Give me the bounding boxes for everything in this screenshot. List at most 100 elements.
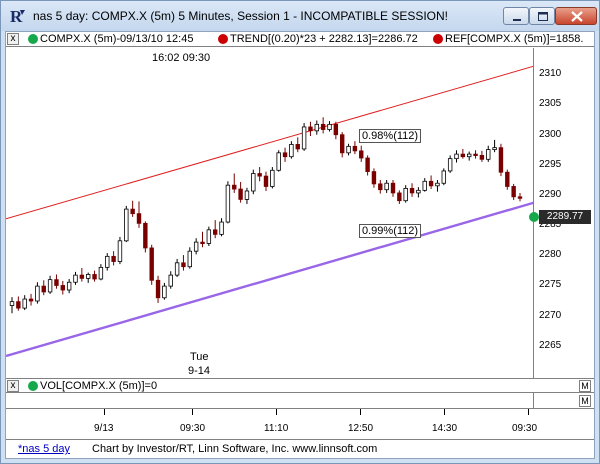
close-pane-button[interactable]: x — [7, 380, 19, 392]
bullet-icon[interactable] — [218, 34, 228, 44]
chart-client-area: x COMPX.X (5m)-09/13/10 12:45 TREND[(0.2… — [5, 31, 595, 459]
upper-channel-label: 0.98%(112) — [359, 129, 422, 143]
candle-bar — [384, 180, 389, 193]
volume-pane[interactable] — [6, 393, 534, 408]
candle-bar — [193, 238, 199, 255]
candle-bar — [47, 275, 53, 294]
last-price-badge: 2289.77 — [539, 210, 591, 224]
candle-bar — [390, 180, 396, 197]
legend-item-price[interactable]: COMPX.X (5m)-09/13/10 12:45 — [40, 33, 193, 45]
candle-bar — [505, 169, 510, 190]
candle-bar — [9, 297, 15, 314]
candle-bar — [498, 143, 504, 177]
candle-bar — [219, 218, 224, 237]
candle-bar — [479, 150, 485, 162]
price-tick: 2295 — [539, 159, 562, 170]
price-plot[interactable]: 16:02 09:30 0.98%(112) 0.99%(112) Tue 9-… — [6, 48, 534, 378]
candle-bar — [136, 201, 142, 228]
candle-bar — [251, 169, 256, 195]
candle-bar — [416, 187, 421, 198]
time-tick-mark — [192, 409, 193, 415]
bullet-icon[interactable] — [28, 381, 38, 391]
minimize-button[interactable] — [503, 7, 529, 25]
time-tick-mark — [276, 409, 277, 415]
price-tick: 2270 — [539, 310, 562, 321]
close-button[interactable] — [555, 7, 597, 25]
candle-bar — [41, 280, 46, 296]
candle-bar — [486, 145, 491, 162]
candle-bar — [232, 173, 237, 193]
time-tick-mark — [528, 409, 529, 415]
maximize-icon — [538, 12, 548, 21]
time-tick: 9/13 — [94, 423, 114, 434]
candle-bar — [295, 137, 300, 153]
candle-bar — [511, 183, 516, 201]
candle-bar — [352, 141, 358, 155]
candle-bar — [155, 275, 161, 303]
status-bar: *nas 5 day Chart by Investor/RT, Linn So… — [6, 439, 594, 458]
maximize-button[interactable] — [529, 7, 555, 25]
candle-bar — [454, 150, 459, 163]
candle-bar — [79, 268, 85, 282]
candle-bar — [225, 181, 231, 224]
lower-channel-label: 0.99%(112) — [359, 224, 422, 238]
candle-bar — [371, 168, 377, 188]
volume-legend-bar: x VOL[COMPX.X (5m)]=0 M — [6, 378, 594, 393]
price-axis[interactable]: 2310 2305 2300 2295 2290 2285 2280 2275 … — [529, 48, 594, 378]
candle-bar — [339, 132, 345, 158]
candle-bar — [54, 274, 59, 289]
candle-bar — [422, 178, 427, 192]
candle-bar — [149, 244, 154, 285]
candle-bar — [143, 221, 148, 253]
time-tick: 09:30 — [512, 423, 538, 434]
lower-trend-channel-line[interactable] — [6, 201, 534, 358]
candle-bar — [308, 121, 313, 136]
legend-item-trend[interactable]: TREND[(0.20)*23 + 2282.13]=2286.72 — [230, 33, 418, 45]
candle-bar — [346, 143, 351, 156]
candle-bar — [270, 167, 275, 189]
candle-bar — [289, 141, 294, 159]
last-price-marker — [529, 212, 539, 222]
price-tick: 2310 — [539, 68, 562, 79]
candle-bar — [301, 123, 307, 151]
candle-bar — [435, 180, 440, 192]
upper-trend-channel-line[interactable] — [6, 65, 534, 220]
volume-legend-label[interactable]: VOL[COMPX.X (5m)]=0 — [40, 380, 157, 392]
time-axis[interactable]: 9/13 09:30 11:10 12:50 14:30 09:30 — [6, 408, 594, 438]
candle-bar — [16, 296, 21, 311]
minimize-icon — [513, 19, 521, 21]
candle-bar — [460, 148, 466, 159]
candle-bar — [181, 255, 186, 271]
bullet-icon[interactable] — [28, 34, 38, 44]
close-pane-button[interactable]: x — [7, 33, 19, 45]
candle-bar — [441, 168, 446, 186]
candle-bar — [365, 155, 370, 176]
candle-bar — [187, 247, 192, 269]
time-tick: 11:10 — [264, 423, 289, 434]
title-bar[interactable]: R nas 5 day: COMPX.X (5m) 5 Minutes, Ses… — [1, 1, 599, 31]
candle-bar — [403, 185, 408, 203]
maximize-pane-button[interactable]: M — [579, 380, 591, 392]
legend-item-ref[interactable]: REF[COMPX.X (5m)]=1858. — [445, 33, 583, 45]
bullet-icon[interactable] — [433, 34, 443, 44]
candle-bar — [263, 171, 269, 191]
time-tick: 12:50 — [348, 423, 374, 434]
time-tick-mark — [444, 409, 445, 415]
price-tick: 2290 — [539, 189, 562, 200]
candle-bar — [73, 271, 78, 285]
session-time-label: 16:02 09:30 — [152, 52, 211, 64]
investor-rt-icon: R — [10, 7, 25, 25]
window-title: nas 5 day: COMPX.X (5m) 5 Minutes, Sessi… — [33, 9, 449, 23]
candle-bar — [206, 226, 212, 246]
chart-window: R nas 5 day: COMPX.X (5m) 5 Minutes, Ses… — [0, 0, 600, 464]
candle-bar — [28, 293, 34, 306]
candle-bar — [327, 121, 332, 132]
candle-bar — [92, 270, 97, 282]
chart-tab[interactable]: *nas 5 day — [18, 443, 70, 455]
time-tick: 14:30 — [432, 423, 458, 434]
candle-bar — [212, 220, 218, 239]
candle-bar — [238, 181, 243, 203]
candle-bar — [473, 150, 478, 159]
maximize-pane-button[interactable]: M — [579, 395, 591, 407]
candle-bar — [117, 236, 123, 265]
